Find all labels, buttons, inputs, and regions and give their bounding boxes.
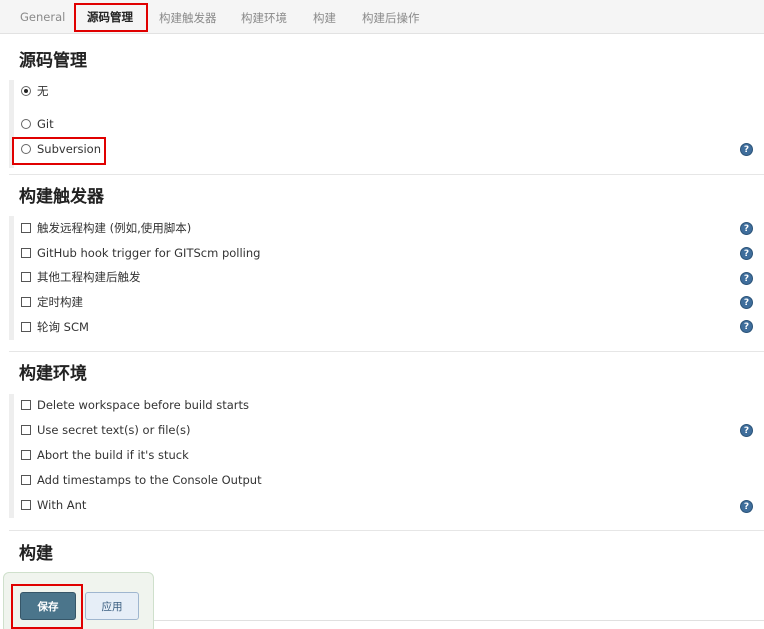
help-icon[interactable]: ?	[740, 143, 753, 156]
checkbox-icon[interactable]	[21, 500, 31, 510]
trigger-remote-build[interactable]: 触发远程构建 (例如,使用脚本)	[21, 219, 191, 237]
checkbox-icon[interactable]	[21, 450, 31, 460]
tab-general[interactable]: General	[20, 10, 65, 24]
env-with-ant[interactable]: With Ant	[21, 496, 86, 514]
scm-option-none[interactable]: 无	[21, 82, 49, 100]
apply-button[interactable]: 应用	[85, 592, 139, 620]
env-label: Delete workspace before build starts	[37, 398, 250, 412]
help-icon[interactable]: ?	[740, 222, 753, 235]
scm-option-label: Git	[37, 117, 54, 131]
scm-section-title: 源码管理	[19, 51, 87, 71]
triggers-section-title: 构建触发器	[19, 187, 104, 207]
section-divider	[9, 351, 764, 352]
env-label: Use secret text(s) or file(s)	[37, 423, 191, 437]
env-add-timestamps[interactable]: Add timestamps to the Console Output	[21, 471, 262, 489]
trigger-label: GitHub hook trigger for GITScm polling	[37, 246, 261, 260]
tab-build[interactable]: 构建	[313, 10, 336, 26]
scm-option-label: 无	[37, 84, 49, 98]
radio-icon[interactable]	[21, 119, 31, 129]
help-icon[interactable]: ?	[740, 296, 753, 309]
tab-build-environment[interactable]: 构建环境	[241, 10, 287, 26]
checkbox-icon[interactable]	[21, 272, 31, 282]
section-divider	[9, 530, 764, 531]
triggers-section-bar	[9, 216, 14, 340]
env-delete-workspace[interactable]: Delete workspace before build starts	[21, 396, 249, 414]
checkbox-icon[interactable]	[21, 400, 31, 410]
subversion-highlight	[12, 137, 106, 165]
trigger-label: 触发远程构建 (例如,使用脚本)	[37, 221, 192, 235]
env-section-bar	[9, 394, 14, 518]
trigger-label: 其他工程构建后触发	[37, 270, 141, 284]
env-label: Abort the build if it's stuck	[37, 448, 189, 462]
help-icon[interactable]: ?	[740, 320, 753, 333]
checkbox-icon[interactable]	[21, 223, 31, 233]
scm-option-git[interactable]: Git	[21, 115, 54, 133]
env-label: With Ant	[37, 498, 87, 512]
trigger-label: 轮询 SCM	[37, 320, 89, 334]
env-secret-text[interactable]: Use secret text(s) or file(s)	[21, 421, 190, 439]
tab-build-triggers[interactable]: 构建触发器	[159, 10, 217, 26]
trigger-scheduled-build[interactable]: 定时构建	[21, 293, 83, 311]
help-icon[interactable]: ?	[740, 247, 753, 260]
help-icon[interactable]: ?	[740, 500, 753, 513]
trigger-after-other-projects[interactable]: 其他工程构建后触发	[21, 268, 141, 286]
build-section-title: 构建	[19, 544, 53, 564]
env-section-title: 构建环境	[19, 364, 87, 384]
env-abort-stuck[interactable]: Abort the build if it's stuck	[21, 446, 189, 464]
checkbox-icon[interactable]	[21, 248, 31, 258]
checkbox-icon[interactable]	[21, 425, 31, 435]
bottom-divider	[154, 620, 764, 621]
trigger-github-hook[interactable]: GitHub hook trigger for GITScm polling	[21, 244, 260, 262]
tab-post-build[interactable]: 构建后操作	[362, 10, 420, 26]
trigger-poll-scm[interactable]: 轮询 SCM	[21, 318, 89, 336]
radio-selected-icon[interactable]	[21, 86, 31, 96]
trigger-label: 定时构建	[37, 295, 83, 309]
help-icon[interactable]: ?	[740, 272, 753, 285]
save-button-highlight	[11, 584, 83, 629]
section-divider	[9, 174, 764, 175]
scm-tab-highlight	[74, 3, 148, 32]
checkbox-icon[interactable]	[21, 322, 31, 332]
checkbox-icon[interactable]	[21, 475, 31, 485]
checkbox-icon[interactable]	[21, 297, 31, 307]
env-label: Add timestamps to the Console Output	[37, 473, 262, 487]
help-icon[interactable]: ?	[740, 424, 753, 437]
